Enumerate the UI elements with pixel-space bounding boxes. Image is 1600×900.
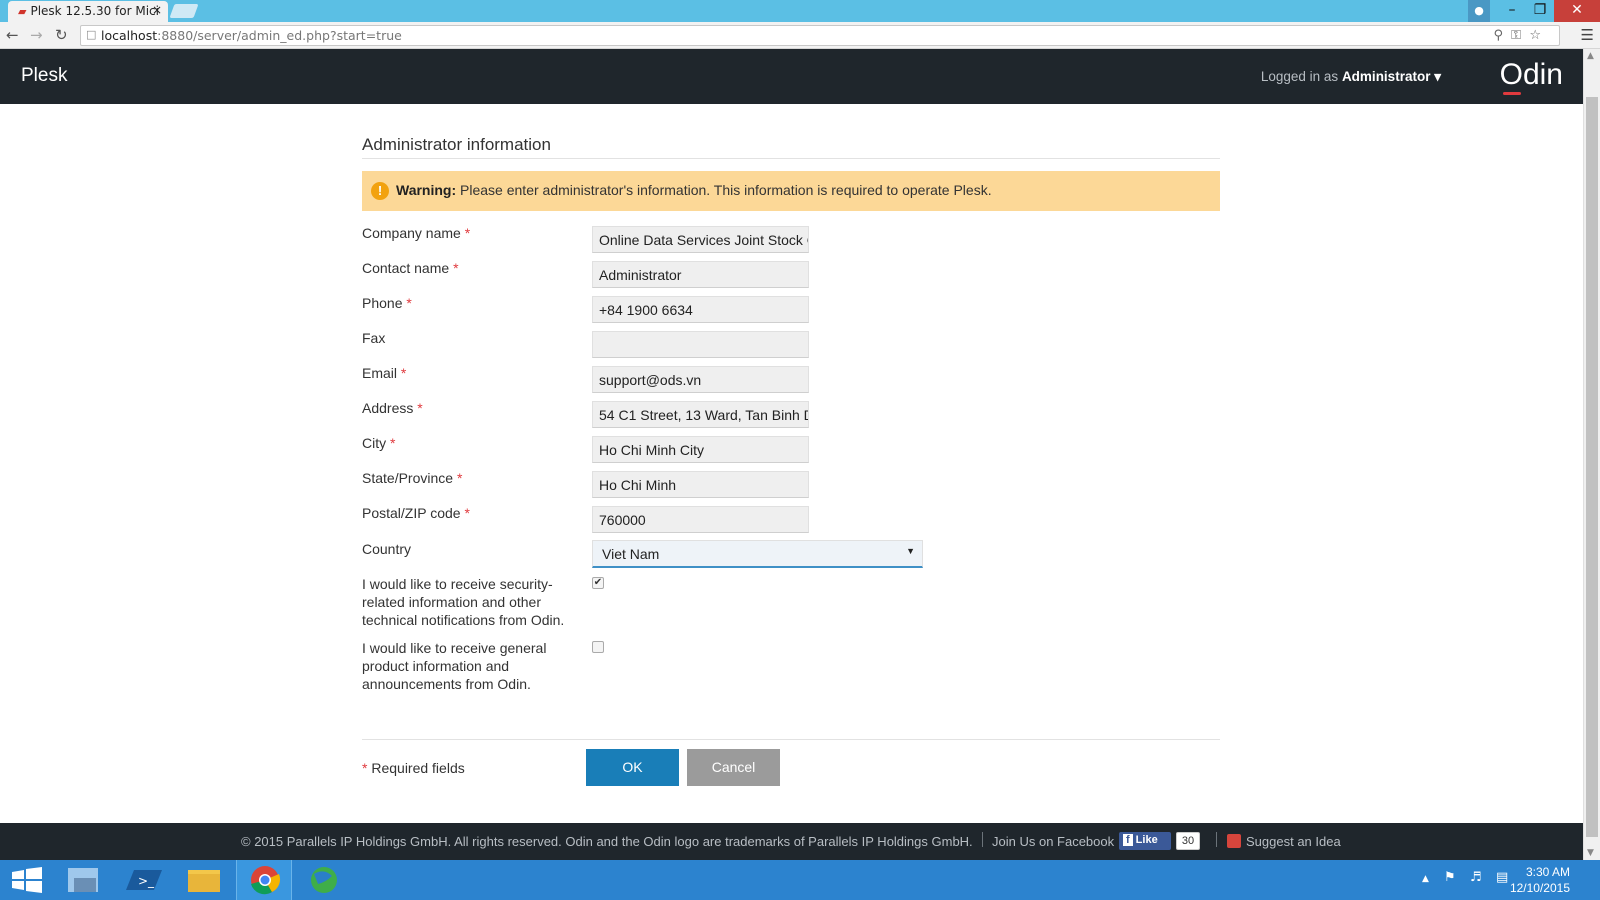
key-icon[interactable]: ⚿	[1511, 28, 1521, 43]
address-bar[interactable]: □ localhost:8880/server/admin_ed.php?sta…	[80, 25, 1560, 46]
postal-code-field[interactable]: 760000	[592, 506, 809, 533]
odin-logo: Odin	[1499, 58, 1563, 95]
show-hidden-icons-icon[interactable]: ▲	[1422, 874, 1429, 884]
cancel-button[interactable]: Cancel	[687, 749, 780, 786]
scroll-up-icon[interactable]: ▲	[1587, 51, 1594, 61]
network-icon[interactable]: ▤	[1496, 870, 1508, 885]
copyright-text: © 2015 Parallels IP Holdings GmbH. All r…	[241, 834, 973, 849]
user-menu[interactable]: Logged in as Administrator ▾	[1261, 69, 1441, 85]
field-label: Fax	[362, 330, 386, 346]
clock-time: 3:30 AM	[1525, 865, 1570, 879]
dropdown-arrow-icon: ▼	[906, 546, 915, 556]
clock-date: 12/10/2015	[1509, 881, 1570, 895]
window-controls: ● – ❐ ✕	[1468, 0, 1600, 22]
bookmark-star-icon[interactable]: ☆	[1529, 28, 1541, 43]
page-scrollbar[interactable]: ▲ ▼	[1583, 49, 1600, 860]
facebook-like-button[interactable]: f Like	[1119, 832, 1171, 850]
field-label: Contact name *	[362, 260, 459, 276]
field-label: Company name *	[362, 225, 471, 241]
url-host: localhost	[101, 28, 158, 43]
minimize-button[interactable]: –	[1498, 0, 1526, 22]
chevron-down-icon: ▾	[1434, 69, 1441, 84]
field-label: Address *	[362, 400, 423, 416]
url-path: :8880/server/admin_ed.php?start=true	[157, 28, 402, 43]
product-info-checkbox[interactable]	[592, 641, 604, 653]
footer-separator	[982, 832, 983, 847]
email-field[interactable]: support@ods.vn	[592, 366, 809, 393]
phone-field[interactable]: +84 1900 6634	[592, 296, 809, 323]
close-window-button[interactable]: ✕	[1554, 0, 1600, 22]
ok-button[interactable]: OK	[586, 749, 679, 786]
browser-titlebar: ▰ Plesk 12.5.30 for Mici × ● – ❐ ✕	[0, 0, 1600, 22]
restore-button[interactable]: ❐	[1526, 0, 1554, 22]
scroll-down-icon[interactable]: ▼	[1587, 848, 1594, 858]
facebook-like-count: 30	[1176, 832, 1200, 850]
powershell-taskbar-icon[interactable]: >_	[116, 860, 172, 900]
windows-taskbar: >_ ▲ ⚑ ♬ ▤ 3:30 AM 12/10/2015	[0, 860, 1600, 900]
state-field[interactable]: Ho Chi Minh	[592, 471, 809, 498]
warning-banner: ! Warning: Please enter administrator's …	[362, 171, 1220, 211]
start-button[interactable]	[0, 860, 56, 900]
svg-text:>_: >_	[138, 874, 155, 888]
facebook-link[interactable]: Join Us on Facebook	[992, 834, 1114, 849]
suggest-idea-icon	[1227, 834, 1241, 848]
user-name[interactable]: Administrator	[1342, 69, 1431, 84]
contact-name-field[interactable]: Administrator	[592, 261, 809, 288]
field-label: City *	[362, 435, 396, 451]
plesk-favicon-icon: ▰	[18, 5, 27, 18]
plesk-logo[interactable]: Plesk	[21, 65, 67, 87]
logged-in-label: Logged in as	[1260, 69, 1339, 84]
country-select[interactable]: Viet Nam ▼	[592, 540, 923, 568]
page-title: Administrator information	[362, 135, 551, 154]
back-icon[interactable]: ←	[6, 26, 19, 44]
warning-text: Please enter administrator's information…	[460, 182, 992, 198]
volume-icon[interactable]: ♬	[1470, 870, 1482, 885]
field-label: State/Province *	[362, 470, 463, 486]
facebook-icon: f	[1123, 834, 1133, 846]
reload-icon[interactable]: ↻	[55, 26, 68, 44]
new-tab-button[interactable]	[169, 4, 199, 18]
city-field[interactable]: Ho Chi Minh City	[592, 436, 809, 463]
page-icon: □	[86, 28, 97, 41]
zoom-icon[interactable]: ⚲	[1493, 28, 1503, 43]
action-center-icon[interactable]: ⚑	[1444, 870, 1456, 885]
file-explorer-taskbar-icon[interactable]	[176, 860, 232, 900]
warning-icon: !	[371, 182, 389, 200]
page-footer: © 2015 Parallels IP Holdings GmbH. All r…	[0, 823, 1583, 860]
tab-title: Plesk 12.5.30 for Mici	[30, 4, 159, 18]
fax-field[interactable]	[592, 331, 809, 358]
taskbar-clock[interactable]: 3:30 AM 12/10/2015	[1510, 864, 1570, 896]
forward-icon[interactable]: →	[30, 26, 43, 44]
company-name-field[interactable]: Online Data Services Joint Stock Company	[592, 226, 809, 253]
form-divider	[362, 739, 1220, 740]
browser-toolbar: ← → ↻ □ localhost:8880/server/admin_ed.p…	[0, 22, 1600, 49]
odin-brand-text: Odin	[1499, 58, 1563, 91]
user-profile-icon[interactable]: ●	[1468, 0, 1490, 22]
required-fields-note: * Required fields	[362, 760, 465, 776]
country-value: Viet Nam	[602, 546, 660, 562]
product-info-label: I would like to receive general product …	[362, 640, 547, 692]
odin-logo-accent	[1502, 92, 1521, 95]
address-field[interactable]: 54 C1 Street, 13 Ward, Tan Binh District	[592, 401, 809, 428]
close-tab-icon[interactable]: ×	[152, 3, 162, 17]
country-label: Country	[362, 541, 412, 557]
scroll-thumb[interactable]	[1586, 97, 1598, 837]
field-label: Postal/ZIP code *	[362, 505, 470, 521]
network-globe-taskbar-icon[interactable]	[296, 860, 352, 900]
title-divider	[362, 158, 1220, 159]
windows-logo-icon	[12, 867, 42, 893]
security-notifications-label: I would like to receive security- relate…	[362, 576, 565, 628]
footer-separator	[1216, 832, 1217, 847]
suggest-idea-link[interactable]: Suggest an Idea	[1246, 834, 1341, 849]
plesk-header: Plesk Logged in as Administrator ▾ Odin	[0, 49, 1583, 104]
chrome-taskbar-icon[interactable]	[236, 860, 292, 900]
security-notifications-checkbox[interactable]: ✔	[592, 577, 604, 589]
server-manager-taskbar-icon[interactable]	[56, 860, 112, 900]
warning-label: Warning:	[396, 182, 457, 198]
chrome-menu-icon[interactable]: ☰	[1581, 26, 1594, 44]
field-label: Phone *	[362, 295, 412, 311]
field-label: Email *	[362, 365, 407, 381]
browser-tab[interactable]: ▰ Plesk 12.5.30 for Mici ×	[8, 1, 168, 22]
